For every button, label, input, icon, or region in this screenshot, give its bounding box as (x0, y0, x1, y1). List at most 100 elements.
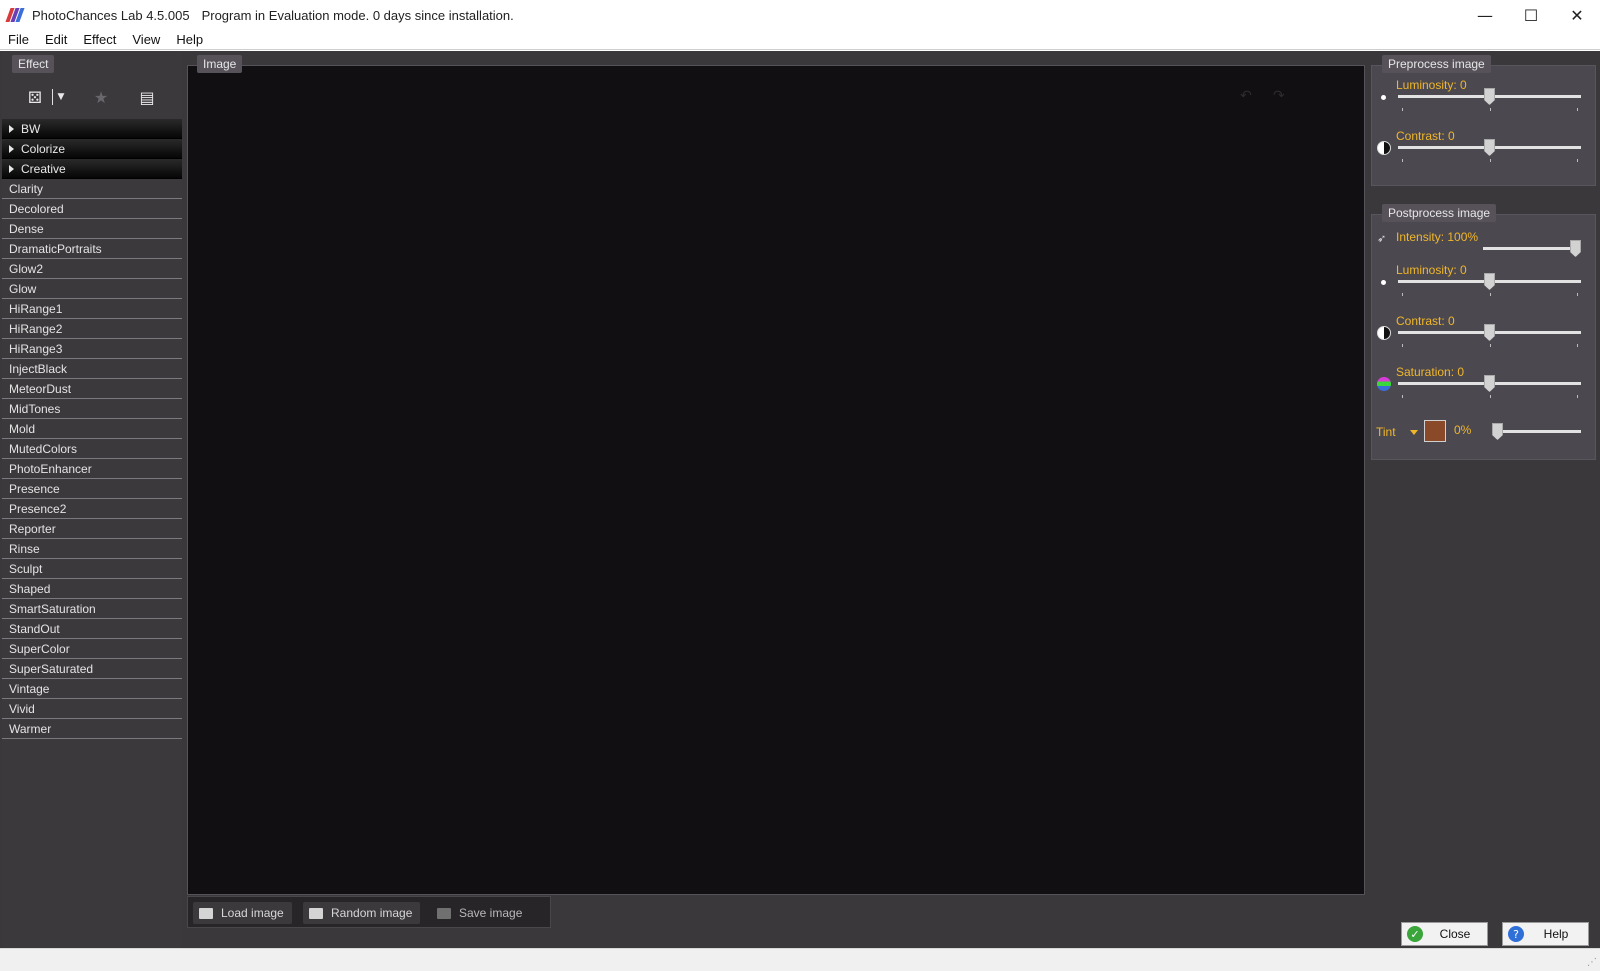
pre-contrast-label: Contrast: 0 (1396, 129, 1455, 143)
effect-item-reporter[interactable]: Reporter (2, 519, 182, 539)
post-luminosity-slider[interactable]: Luminosity: 0 (1372, 263, 1597, 303)
slider-tick (1402, 293, 1403, 296)
effect-toolbar: ⚄ ▼ ★ ▤ (2, 79, 182, 115)
load-image-label: Load image (221, 906, 284, 920)
effect-item-meteordust[interactable]: MeteorDust (2, 379, 182, 399)
menu-file[interactable]: File (0, 32, 37, 47)
chevron-down-icon[interactable]: ▼ (54, 84, 68, 110)
maximize-button[interactable]: ☐ (1508, 0, 1554, 30)
adjustment-panel: Luminosity: 0 Contrast: 0 Preprocess ima… (1370, 51, 1598, 948)
effect-item-hirange1[interactable]: HiRange1 (2, 299, 182, 319)
pre-luminosity-slider[interactable]: Luminosity: 0 (1372, 78, 1597, 118)
effect-item-glow[interactable]: Glow (2, 279, 182, 299)
effect-group-label: Colorize (21, 141, 66, 156)
effect-item-smartsaturation[interactable]: SmartSaturation (2, 599, 182, 619)
slider-tick (1577, 293, 1578, 296)
image-canvas[interactable]: ↶ ↷ (187, 65, 1365, 895)
effect-group-colorize[interactable]: Colorize (2, 139, 182, 159)
folder-icon[interactable]: ▤ (134, 84, 160, 110)
effect-panel: Effect ⚄ ▼ ★ ▤ BW Colorize Creative Clarity… (2, 51, 182, 948)
tint-slider[interactable]: Tint 0% (1372, 419, 1597, 451)
dice-icon[interactable]: ⚄ (22, 84, 48, 110)
effect-item-supersaturated[interactable]: SuperSaturated (2, 659, 182, 679)
post-contrast-label: Contrast: 0 (1396, 314, 1455, 328)
slider-tick (1489, 159, 1491, 162)
contrast-icon (1377, 141, 1391, 155)
post-luminosity-label: Luminosity: 0 (1396, 263, 1467, 277)
effect-item-mutedcolors[interactable]: MutedColors (2, 439, 182, 459)
effect-item-warmer[interactable]: Warmer (2, 719, 182, 739)
brush-icon: ➶ (1377, 232, 1387, 245)
menu-view[interactable]: View (124, 32, 168, 47)
effect-item-rinse[interactable]: Rinse (2, 539, 182, 559)
slider-track[interactable] (1483, 247, 1581, 250)
random-image-label: Random image (331, 906, 413, 920)
effect-panel-title: Effect (12, 55, 55, 73)
menu-edit[interactable]: Edit (37, 32, 75, 47)
save-image-button[interactable]: Save image (431, 902, 530, 924)
toolbar-separator (52, 89, 53, 105)
effect-item-vivid[interactable]: Vivid (2, 699, 182, 719)
slider-tick (1402, 344, 1403, 347)
post-contrast-slider[interactable]: Contrast: 0 (1372, 314, 1597, 354)
effect-item-midtones[interactable]: MidTones (2, 399, 182, 419)
random-image-button[interactable]: Random image (303, 902, 421, 924)
effect-item-decolored[interactable]: Decolored (2, 199, 182, 219)
tint-dropdown-icon[interactable] (1410, 430, 1418, 435)
slider-thumb[interactable] (1570, 240, 1581, 257)
effect-item-supercolor[interactable]: SuperColor (2, 639, 182, 659)
pre-contrast-slider[interactable]: Contrast: 0 (1372, 129, 1597, 169)
postprocess-title: Postprocess image (1382, 204, 1497, 222)
effect-group-creative[interactable]: Creative (2, 159, 182, 179)
effect-item-hirange3[interactable]: HiRange3 (2, 339, 182, 359)
effect-item-dense[interactable]: Dense (2, 219, 182, 239)
slider-thumb[interactable] (1492, 423, 1503, 440)
effect-item-sculpt[interactable]: Sculpt (2, 559, 182, 579)
sun-icon (1377, 276, 1391, 290)
effect-item-presence2[interactable]: Presence2 (2, 499, 182, 519)
expand-arrow-icon (9, 124, 14, 133)
tint-label: Tint (1376, 425, 1396, 439)
help-button[interactable]: ? Help (1502, 922, 1589, 946)
effect-item-shaped[interactable]: Shaped (2, 579, 182, 599)
slider-tick (1577, 108, 1578, 111)
close-button[interactable]: ✓ Close (1401, 922, 1488, 946)
saturation-slider[interactable]: Saturation: 0 (1372, 365, 1597, 405)
effect-item-glow2[interactable]: Glow2 (2, 259, 182, 279)
close-window-button[interactable]: ✕ (1554, 0, 1600, 30)
tint-percent: 0% (1454, 423, 1472, 437)
minimize-button[interactable]: — (1462, 0, 1508, 30)
menu-effect[interactable]: Effect (75, 32, 124, 47)
load-image-button[interactable]: Load image (193, 902, 292, 924)
effect-item-clarity[interactable]: Clarity (2, 179, 182, 199)
menu-bar: File Edit Effect View Help (0, 30, 1600, 50)
slider-thumb[interactable] (1484, 139, 1495, 156)
slider-thumb[interactable] (1484, 273, 1495, 290)
effect-list: BW Colorize Creative Clarity Decolored Dense D… (2, 119, 182, 739)
effect-item-standout[interactable]: StandOut (2, 619, 182, 639)
redo-icon: ↷ (1273, 88, 1285, 104)
slider-track[interactable] (1492, 430, 1581, 433)
effect-item-mold[interactable]: Mold (2, 419, 182, 439)
effect-item-dramaticportraits[interactable]: DramaticPortraits (2, 239, 182, 259)
menu-help[interactable]: Help (168, 32, 211, 47)
slider-thumb[interactable] (1484, 375, 1495, 392)
effect-item-vintage[interactable]: Vintage (2, 679, 182, 699)
effect-item-hirange2[interactable]: HiRange2 (2, 319, 182, 339)
resize-grip-icon[interactable]: ⋰ (1587, 957, 1597, 968)
saturation-icon (1377, 377, 1391, 391)
slider-thumb[interactable] (1484, 324, 1495, 341)
effect-item-injectblack[interactable]: InjectBlack (2, 359, 182, 379)
window-controls: — ☐ ✕ (1462, 0, 1600, 30)
slider-thumb[interactable] (1484, 88, 1495, 105)
random-image-icon (309, 907, 323, 919)
effect-item-presence[interactable]: Presence (2, 479, 182, 499)
effect-group-bw[interactable]: BW (2, 119, 182, 139)
question-icon: ? (1508, 926, 1524, 942)
contrast-icon (1377, 326, 1391, 340)
effect-item-photoenhancer[interactable]: PhotoEnhancer (2, 459, 182, 479)
effect-group-label: Creative (21, 161, 66, 176)
pre-luminosity-label: Luminosity: 0 (1396, 78, 1467, 92)
status-bar: ⋰ (0, 948, 1600, 971)
tint-color-swatch[interactable] (1424, 420, 1446, 442)
